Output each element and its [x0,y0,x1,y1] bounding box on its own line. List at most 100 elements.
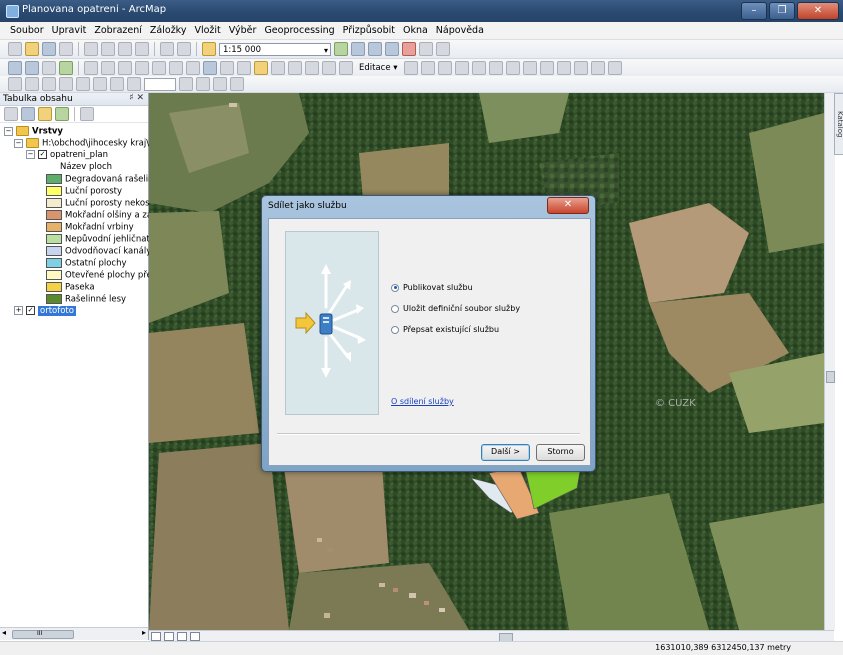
layout-back-icon[interactable] [110,77,124,91]
menu-okna[interactable]: Okna [399,22,432,39]
menu-vyber[interactable]: Výběr [225,22,261,39]
maximize-button[interactable]: ❐ [769,2,795,20]
html-popup-icon[interactable] [237,61,251,75]
layout-zoom-combo[interactable] [144,77,176,91]
catalog-side-tab[interactable]: Katalog [834,93,843,155]
full-extent-icon[interactable] [59,61,73,75]
edit-annotation-icon[interactable] [420,61,435,75]
layout-zoom-in-icon[interactable] [8,77,22,91]
close-button[interactable]: ✕ [797,2,839,20]
forward-icon[interactable] [135,61,149,75]
cancel-button[interactable]: Storno [536,444,585,461]
zoom-in-icon[interactable] [8,61,22,75]
menu-zobrazeni[interactable]: Zobrazení [90,22,146,39]
toc-scroll-thumb[interactable]: III [12,630,74,639]
select-features-icon[interactable] [152,61,166,75]
goto-xy-icon[interactable] [305,61,319,75]
pause-drawing-icon[interactable] [190,631,200,641]
zoom-100-icon[interactable] [76,77,90,91]
delete-icon[interactable] [135,42,149,56]
fixed-zoom-layout-icon[interactable] [93,77,107,91]
reshape-icon[interactable] [505,61,520,75]
select-elements-icon[interactable] [186,61,200,75]
toc-horizontal-scrollbar[interactable]: ◂ III ▸ [0,627,148,640]
model-builder-icon[interactable] [436,42,450,56]
menu-napoveda[interactable]: Nápověda [432,22,488,39]
toc-pin-close-icon[interactable]: ♯ ✕ [129,93,144,103]
open-folder-icon[interactable] [25,42,39,56]
back-icon[interactable] [118,61,132,75]
straight-segment-icon[interactable] [437,61,452,75]
editor-toolbar-icon[interactable] [334,42,348,56]
list-by-selection-icon[interactable] [55,107,69,121]
edit-tool-icon[interactable] [403,61,418,75]
list-by-drawing-order-icon[interactable] [4,107,18,121]
menu-upravit[interactable]: Upravit [48,22,91,39]
redo-icon[interactable] [177,42,191,56]
zoom-out-icon[interactable] [25,61,39,75]
edit-vertices-icon[interactable] [488,61,503,75]
map-scale-combo[interactable]: 1:15 000 [219,42,331,57]
toc-window-icon[interactable] [351,42,365,56]
attributes-icon[interactable] [573,61,588,75]
trace-icon[interactable] [471,61,486,75]
catalog-window-icon[interactable] [368,42,382,56]
save-definition-radio[interactable] [391,304,399,313]
overwrite-service-radio[interactable] [391,325,399,334]
hyperlink-icon[interactable] [220,61,234,75]
cut-icon[interactable] [84,42,98,56]
tree-node-layer[interactable]: − ✓ opatreni_plan [26,150,108,161]
identify-icon[interactable] [203,61,217,75]
arctoolbox-icon[interactable] [402,42,416,56]
menu-prizpusobit[interactable]: Přizpůsobit [339,22,399,39]
sketch-properties-icon[interactable] [590,61,605,75]
undo-icon[interactable] [160,42,174,56]
copy-icon[interactable] [101,42,115,56]
menu-geoprocessing[interactable]: Geoprocessing [260,22,338,39]
tree-node-folder[interactable]: − H:\obchod\jihocesky kraj\ [14,138,149,149]
python-window-icon[interactable] [419,42,433,56]
time-slider-icon[interactable] [322,61,336,75]
rotate-icon[interactable] [556,61,571,75]
menu-zalozky[interactable]: Záložky [146,22,191,39]
create-features-icon[interactable] [607,61,622,75]
search-window-icon[interactable] [385,42,399,56]
editor-menu-button[interactable]: Editace ▾ [356,63,401,73]
tree-node-layers[interactable]: − Vrstvy [4,126,63,137]
pan-icon[interactable] [42,61,56,75]
layout-zoom-out-icon[interactable] [25,77,39,91]
map-vertical-scrollbar[interactable] [824,93,835,630]
find-route-icon[interactable] [288,61,302,75]
print-icon[interactable] [59,42,73,56]
publish-service-radio[interactable] [391,283,399,292]
minimize-button[interactable]: – [741,2,767,20]
fixed-zoom-in-icon[interactable] [84,61,98,75]
option-overwrite-service[interactable]: Přepsat existující službu [391,321,520,338]
map-vscroll-thumb[interactable] [826,371,835,383]
clear-selection-icon[interactable] [169,61,183,75]
focus-data-frame-icon[interactable] [196,77,210,91]
change-layout-icon[interactable] [213,77,227,91]
data-view-icon[interactable] [151,631,161,641]
data-driven-pages-icon[interactable] [230,77,244,91]
about-sharing-link[interactable]: O sdílení služby [391,397,454,406]
ortofoto-visibility-checkbox[interactable]: ✓ [26,306,35,315]
create-viewer-icon[interactable] [339,61,353,75]
list-by-source-icon[interactable] [21,107,35,121]
option-save-definition[interactable]: Uložit definiční soubor služby [391,300,520,317]
cut-polygons-icon[interactable] [522,61,537,75]
tree-node-ortofoto[interactable]: + ✓ ortofoto [14,306,76,317]
layout-pan-icon[interactable] [42,77,56,91]
list-by-visibility-icon[interactable] [38,107,52,121]
menu-vlozit[interactable]: Vložit [190,22,224,39]
new-document-icon[interactable] [8,42,22,56]
toggle-draft-icon[interactable] [179,77,193,91]
paste-icon[interactable] [118,42,132,56]
split-icon[interactable] [539,61,554,75]
dialog-close-button[interactable]: ✕ [547,197,589,214]
layout-forward-icon[interactable] [127,77,141,91]
layout-view-icon[interactable] [164,631,174,641]
find-icon[interactable] [271,61,285,75]
zoom-whole-page-icon[interactable] [59,77,73,91]
layer-visibility-checkbox[interactable]: ✓ [38,150,47,159]
